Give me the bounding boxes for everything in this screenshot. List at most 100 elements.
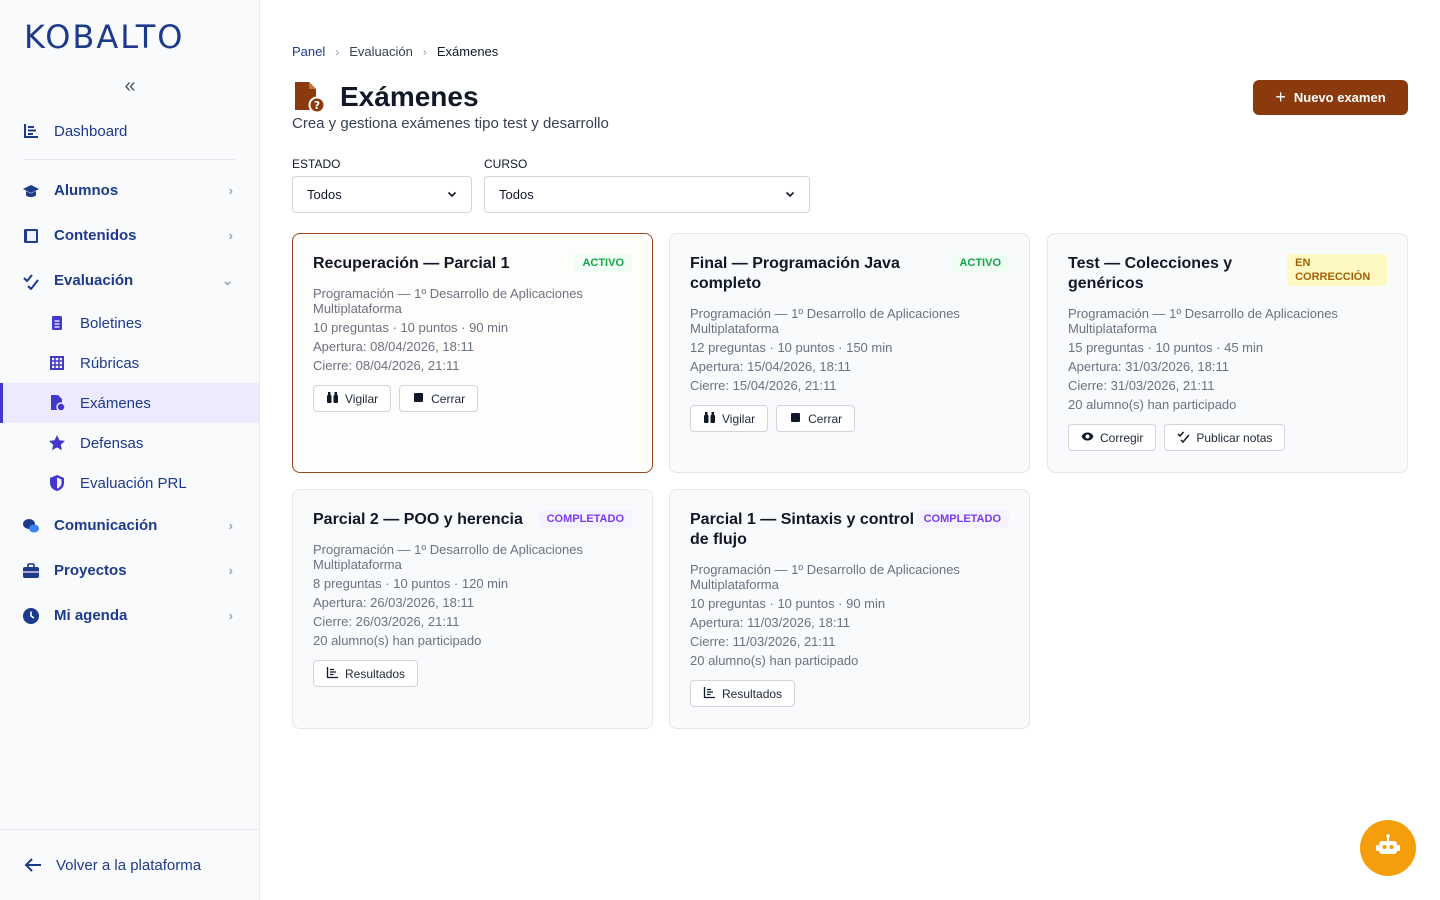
breadcrumb: Panel › Evaluación › Exámenes xyxy=(292,44,498,59)
exam-stats: 10 preguntas · 10 puntos · 90 min xyxy=(313,320,509,335)
breadcrumb-panel[interactable]: Panel xyxy=(292,44,325,59)
status-badge: EN CORRECCIÓN xyxy=(1287,254,1387,286)
curso-select[interactable]: Todos xyxy=(484,176,810,213)
vigilar-button[interactable]: Vigilar xyxy=(313,385,392,412)
sidebar-nav: Dashboard Alumnos › Contenidos › Evaluac… xyxy=(0,111,259,638)
cerrar-button[interactable]: Cerrar xyxy=(776,405,856,432)
exam-opening: Apertura: 26/03/2026, 18:11 xyxy=(313,595,474,610)
file-question-icon: ? xyxy=(292,80,326,114)
exam-course: Programación — 1º Desarrollo de Aplicaci… xyxy=(313,286,583,316)
chat-icon xyxy=(22,517,40,535)
exam-title: Parcial 2 — POO y herencia xyxy=(313,511,523,528)
curso-value: Todos xyxy=(499,187,534,202)
sidebar-item-proyectos[interactable]: Proyectos › xyxy=(0,548,259,593)
chevron-right-icon: › xyxy=(228,183,233,198)
back-to-platform-link[interactable]: Volver a la plataforma xyxy=(0,829,259,900)
sidebar-item-boletines[interactable]: Boletines xyxy=(0,303,259,343)
chevron-down-icon xyxy=(785,187,795,202)
estado-value: Todos xyxy=(307,187,342,202)
sidebar-item-alumnos[interactable]: Alumnos › xyxy=(0,168,259,213)
exam-card[interactable]: Parcial 2 — POO y herencia COMPLETADO Pr… xyxy=(292,489,653,729)
shield-icon xyxy=(48,474,66,492)
sidebar-item-dashboard[interactable]: Dashboard xyxy=(0,111,259,151)
briefcase-icon xyxy=(22,562,40,580)
publicar-notas-label: Publicar notas xyxy=(1196,430,1273,445)
sidebar-item-label: Boletines xyxy=(80,314,142,332)
exam-opening: Apertura: 31/03/2026, 18:11 xyxy=(1068,359,1229,374)
file-question-icon xyxy=(48,394,66,412)
double-chevron-left-icon[interactable]: « xyxy=(120,74,140,98)
sidebar-item-label: Evaluación xyxy=(54,272,134,289)
exam-closing: Cierre: 31/03/2026, 21:11 xyxy=(1068,378,1215,393)
corregir-button[interactable]: Corregir xyxy=(1068,424,1157,451)
assistant-button[interactable] xyxy=(1360,820,1416,876)
vigilar-label: Vigilar xyxy=(722,411,756,426)
exam-stats: 8 preguntas · 10 puntos · 120 min xyxy=(313,576,509,591)
exam-closing: Cierre: 26/03/2026, 21:11 xyxy=(313,614,460,629)
exam-title: Parcial 1 — Sintaxis y control de flujo xyxy=(690,511,915,548)
chevron-right-icon: › xyxy=(228,518,233,533)
chevron-down-icon xyxy=(447,187,457,202)
sidebar-item-label: Proyectos xyxy=(54,562,127,579)
sidebar-item-defensas[interactable]: Defensas xyxy=(0,423,259,463)
resultados-button[interactable]: Resultados xyxy=(690,680,796,707)
exam-card[interactable]: Final — Programación Java completo ACTIV… xyxy=(669,233,1030,473)
vigilar-label: Vigilar xyxy=(345,391,379,406)
cerrar-label: Cerrar xyxy=(808,411,843,426)
sidebar-item-contenidos[interactable]: Contenidos › xyxy=(0,213,259,258)
chart-bars-icon xyxy=(703,686,716,702)
resultados-label: Resultados xyxy=(345,666,406,681)
sidebar-item-label: Comunicación xyxy=(54,517,158,534)
page-header: ? Exámenes xyxy=(292,80,479,114)
exam-course: Programación — 1º Desarrollo de Aplicaci… xyxy=(690,306,960,336)
sidebar-item-label: Evaluación PRL xyxy=(80,474,187,492)
exam-closing: Cierre: 11/03/2026, 21:11 xyxy=(690,634,836,649)
exam-participants: 20 alumno(s) han participado xyxy=(313,633,482,648)
breadcrumb-evaluacion[interactable]: Evaluación xyxy=(349,44,413,59)
sidebar-item-label: Rúbricas xyxy=(80,354,140,372)
sidebar-item-label: Exámenes xyxy=(80,394,151,412)
plus-icon: + xyxy=(1275,87,1286,107)
double-check-icon xyxy=(1177,430,1190,446)
sidebar-item-evaluacion-prl[interactable]: Evaluación PRL xyxy=(0,463,259,503)
sidebar-item-evaluacion[interactable]: Evaluación ⌄ xyxy=(0,258,259,303)
exam-card[interactable]: Parcial 1 — Sintaxis y control de flujo … xyxy=(669,489,1030,729)
status-badge: COMPLETADO xyxy=(915,510,1009,528)
resultados-button[interactable]: Resultados xyxy=(313,660,419,687)
grid-icon xyxy=(48,354,66,372)
sidebar-item-comunicacion[interactable]: Comunicación › xyxy=(0,503,259,548)
estado-select[interactable]: Todos xyxy=(292,176,472,213)
cerrar-button[interactable]: Cerrar xyxy=(399,385,479,412)
breadcrumb-current: Exámenes xyxy=(436,44,499,59)
sidebar-item-label: Mi agenda xyxy=(54,607,128,624)
sidebar-item-examenes[interactable]: Exámenes xyxy=(0,383,259,423)
vigilar-button[interactable]: Vigilar xyxy=(690,405,769,432)
corregir-label: Corregir xyxy=(1100,430,1144,445)
divider xyxy=(24,159,235,160)
exam-stats: 12 preguntas · 10 puntos · 150 min xyxy=(690,340,893,355)
sidebar-item-mi-agenda[interactable]: Mi agenda › xyxy=(0,593,259,638)
exam-opening: Apertura: 11/03/2026, 18:11 xyxy=(690,615,850,630)
chevron-down-icon: ⌄ xyxy=(222,272,233,288)
estado-label: ESTADO xyxy=(292,157,341,171)
new-exam-label: Nuevo examen xyxy=(1293,90,1386,105)
sidebar-item-rubricas[interactable]: Rúbricas xyxy=(0,343,259,383)
exam-stats: 10 preguntas · 10 puntos · 90 min xyxy=(690,596,886,611)
curso-label: CURSO xyxy=(484,157,528,171)
publicar-notas-button[interactable]: Publicar notas xyxy=(1164,424,1286,451)
stop-icon xyxy=(789,411,802,427)
new-exam-button[interactable]: + Nuevo examen xyxy=(1253,80,1408,115)
chart-bars-icon xyxy=(22,122,40,140)
sidebar-item-label: Dashboard xyxy=(54,122,128,140)
exam-card[interactable]: Test — Colecciones y genéricos EN CORREC… xyxy=(1047,233,1408,473)
sidebar: KOBALTO « Dashboard Alumnos › Contenidos… xyxy=(0,0,260,900)
resultados-label: Resultados xyxy=(722,686,783,701)
clock-icon xyxy=(22,607,40,625)
page-subtitle: Crea y gestiona exámenes tipo test y des… xyxy=(292,115,609,132)
exam-card[interactable]: Recuperación — Parcial 1 ACTIVO Programa… xyxy=(292,233,653,473)
exam-opening: Apertura: 15/04/2026, 18:11 xyxy=(690,359,851,374)
stop-icon xyxy=(412,391,425,407)
chart-bars-icon xyxy=(326,666,339,682)
exam-course: Programación — 1º Desarrollo de Aplicaci… xyxy=(1068,306,1338,336)
back-to-platform-label: Volver a la plataforma xyxy=(56,856,202,874)
